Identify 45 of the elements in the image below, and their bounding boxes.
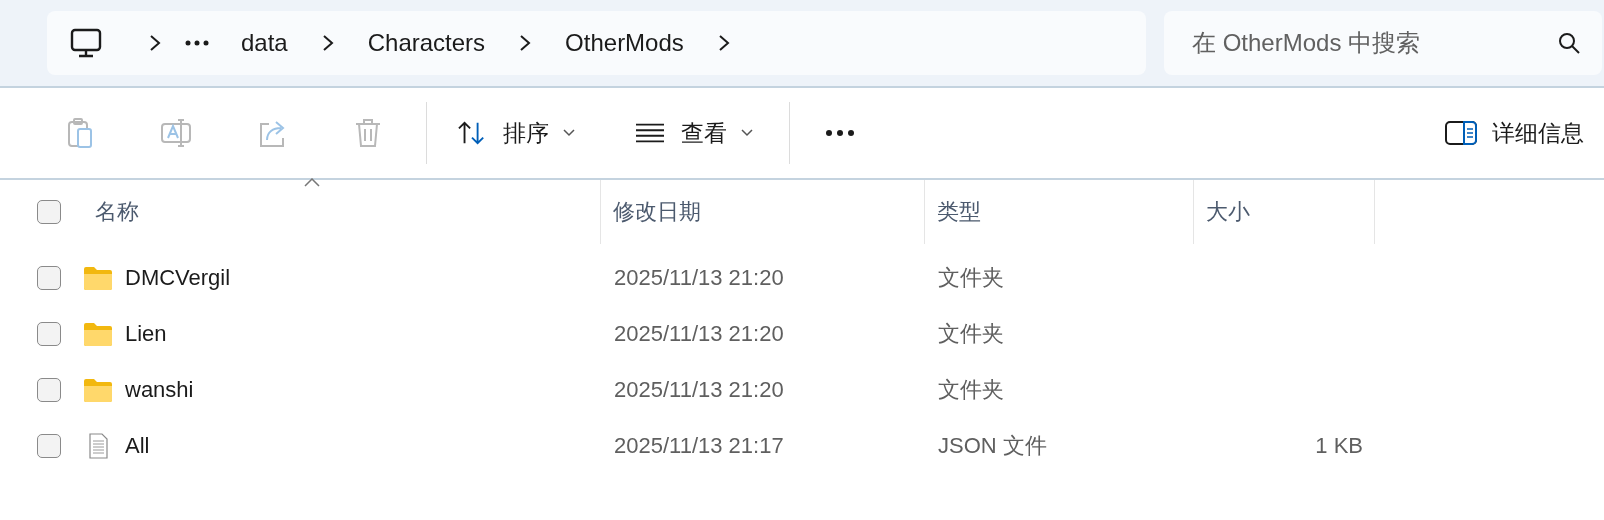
checkbox[interactable] bbox=[37, 200, 61, 224]
breadcrumb-item[interactable]: data bbox=[227, 29, 302, 57]
view-menu-button[interactable]: 查看 bbox=[619, 109, 767, 157]
search-icon[interactable] bbox=[1558, 32, 1580, 54]
file-type: JSON 文件 bbox=[938, 433, 1047, 458]
chevron-icon[interactable] bbox=[321, 34, 334, 52]
modified-date: 2025/11/13 21:20 bbox=[614, 265, 784, 290]
breadcrumb-item[interactable]: OtherMods bbox=[551, 29, 698, 57]
column-header[interactable]: 名称 bbox=[83, 180, 600, 244]
file-name[interactable]: DMCVergil bbox=[125, 265, 231, 291]
column-header[interactable]: 大小 bbox=[1194, 180, 1374, 244]
modified-date: 2025/11/13 21:20 bbox=[614, 321, 784, 346]
folder-icon bbox=[83, 265, 113, 291]
details-pane-icon[interactable] bbox=[1444, 120, 1478, 146]
breadcrumb-item[interactable]: Characters bbox=[353, 29, 500, 57]
file-name[interactable]: wanshi bbox=[125, 377, 194, 403]
column-header[interactable]: 类型 bbox=[925, 180, 1193, 244]
address-bar[interactable]: data Characters OtherMods bbox=[47, 11, 1146, 75]
chevron-icon[interactable] bbox=[519, 34, 532, 52]
caret-icon[interactable] bbox=[741, 129, 753, 137]
caret-icon[interactable] bbox=[563, 129, 575, 137]
more-icon[interactable] bbox=[825, 129, 855, 137]
search-box[interactable]: 在 OtherMods 中搜索 bbox=[1164, 11, 1602, 75]
file-type: 文件夹 bbox=[938, 265, 1004, 290]
folder-icon bbox=[83, 321, 113, 347]
modified-date: 2025/11/13 21:20 bbox=[614, 377, 784, 402]
checkbox[interactable] bbox=[37, 266, 61, 290]
checkbox[interactable] bbox=[37, 378, 61, 402]
more-icon[interactable] bbox=[185, 40, 209, 46]
file-type: 文件夹 bbox=[938, 321, 1004, 346]
modified-date: 2025/11/13 21:17 bbox=[614, 433, 784, 458]
sort-menu-button[interactable]: 排序 bbox=[441, 109, 589, 157]
search-field[interactable]: 在 OtherMods 中搜索 bbox=[1192, 29, 1558, 57]
column-header[interactable]: 修改日期 bbox=[601, 180, 924, 244]
file-name[interactable]: All bbox=[125, 433, 150, 459]
file-name[interactable]: Lien bbox=[125, 321, 167, 347]
folder-icon bbox=[83, 377, 113, 403]
file-size: 1 KB bbox=[1315, 433, 1363, 458]
checkbox[interactable] bbox=[37, 322, 61, 346]
chevron-icon[interactable] bbox=[149, 34, 161, 52]
computer-icon[interactable] bbox=[69, 26, 103, 60]
checkbox[interactable] bbox=[37, 434, 61, 458]
details-button[interactable]: 详细信息 bbox=[1444, 111, 1584, 155]
file-type: 文件夹 bbox=[938, 377, 1004, 402]
chevron-icon[interactable] bbox=[717, 34, 730, 52]
